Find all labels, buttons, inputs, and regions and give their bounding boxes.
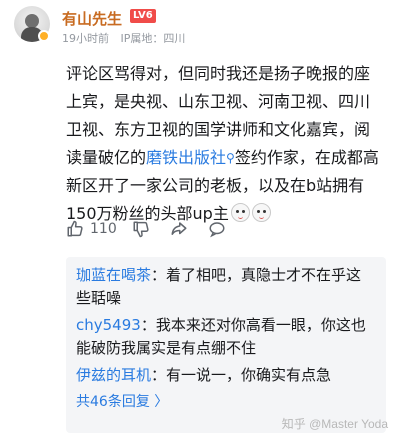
username[interactable]: 有山先生 [62, 8, 122, 29]
thumbs-up-icon [66, 220, 84, 238]
avatar-badge-icon [38, 30, 50, 42]
thumbs-down-icon [132, 220, 150, 238]
level-badge: LV6 [130, 9, 156, 23]
search-icon[interactable]: ⚲ [226, 151, 235, 165]
share-icon [170, 220, 188, 238]
comment-time: 19小时前 [62, 32, 109, 45]
ip-location: IP属地：四川 [120, 32, 186, 45]
replies-panel: 珈蓝在喝茶：着了相吧，真隐士才不在乎这些聒噪 chy5493：我本来还对你高看一… [66, 257, 386, 433]
like-count: 110 [90, 221, 117, 237]
like-button[interactable]: 110 [66, 220, 117, 238]
comment-header: 有山先生 LV6 19小时前 IP属地：四川 [14, 6, 386, 46]
dislike-button[interactable] [132, 220, 150, 238]
reply-item[interactable]: chy5493：我本来还对你高看一眼，你这也能破防我属实是有点绷不住 [76, 314, 376, 360]
view-more-replies-link[interactable]: 共46条回复 〉 [76, 391, 376, 411]
reply-text: ：有一说一，你确实有点急 [151, 366, 332, 384]
reply-username[interactable]: chy5493 [76, 316, 141, 334]
comment-actions: 110 [66, 220, 386, 244]
reply-item[interactable]: 伊兹的耳机：有一说一，你确实有点急 [76, 364, 376, 387]
reply-username[interactable]: 珈蓝在喝茶 [76, 266, 151, 284]
reply-username[interactable]: 伊兹的耳机 [76, 366, 151, 384]
reply-item[interactable]: 珈蓝在喝茶：着了相吧，真隐士才不在乎这些聒噪 [76, 264, 376, 310]
publisher-link[interactable]: 磨铁出版社 [146, 148, 226, 167]
reply-button[interactable] [208, 220, 226, 238]
comment-meta: 19小时前 IP属地：四川 [62, 30, 185, 46]
share-button[interactable] [170, 220, 188, 238]
comment-body: 评论区骂得对，但同时我还是扬子晚报的座上宾，是央视、山东卫视、河南卫视、四川卫视… [66, 60, 382, 228]
avatar-figure [25, 14, 39, 28]
watermark: 知乎 @Master Yoda [281, 417, 388, 431]
comment-icon [208, 220, 226, 238]
